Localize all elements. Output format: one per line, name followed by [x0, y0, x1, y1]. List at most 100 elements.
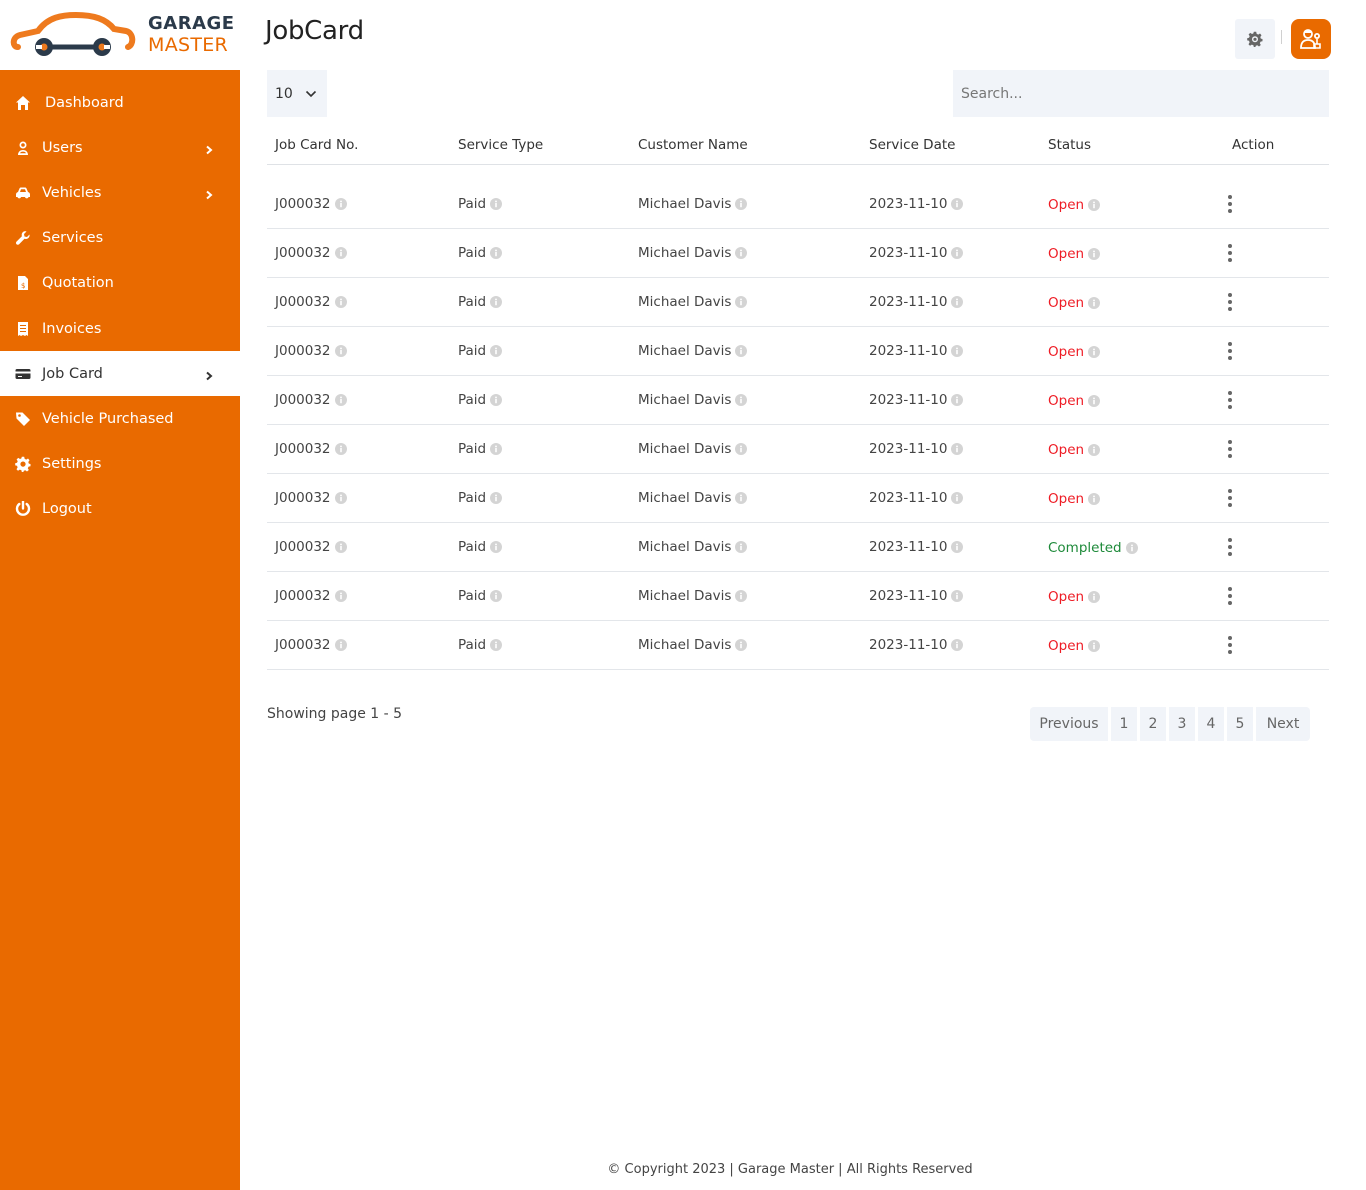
info-icon[interactable]	[951, 345, 964, 357]
sidebar-item-quotation[interactable]: $ Quotation	[0, 261, 240, 306]
info-icon[interactable]	[735, 541, 748, 553]
table-row[interactable]: J000032 Paid Michael Davis 2023-11-10 Open	[267, 572, 1329, 621]
brand-line2: MASTER	[148, 34, 229, 56]
info-icon[interactable]	[334, 639, 347, 651]
info-icon[interactable]	[951, 247, 964, 259]
sidebar-item-invoices[interactable]: Invoices	[0, 306, 240, 351]
info-icon[interactable]	[1088, 199, 1101, 211]
more-vertical-icon[interactable]	[1222, 636, 1238, 654]
table-row[interactable]: J000032 Paid Michael Davis 2023-11-10 Open	[267, 376, 1329, 425]
info-icon[interactable]	[735, 345, 748, 357]
table-row[interactable]: J000032 Paid Michael Davis 2023-11-10 Open	[267, 229, 1329, 278]
info-icon[interactable]	[1125, 542, 1138, 554]
column-header-customer-name[interactable]: Customer Name	[630, 137, 861, 153]
sidebar-item-label: Logout	[42, 501, 92, 518]
sidebar-item-settings[interactable]: Settings	[0, 442, 240, 487]
search-input[interactable]	[953, 70, 1329, 117]
sidebar-item-dashboard[interactable]: Dashboard	[0, 80, 240, 125]
info-icon[interactable]	[490, 198, 503, 210]
pagination-next[interactable]: Next	[1256, 707, 1310, 741]
column-header-service-type[interactable]: Service Type	[450, 137, 630, 153]
info-icon[interactable]	[735, 394, 748, 406]
more-vertical-icon[interactable]	[1222, 440, 1238, 458]
sidebar-item-vehicle-purchased[interactable]: Vehicle Purchased	[0, 396, 240, 441]
pagination-previous[interactable]: Previous	[1030, 707, 1108, 741]
info-icon[interactable]	[951, 198, 964, 210]
column-header-service-date[interactable]: Service Date	[861, 137, 1040, 153]
info-icon[interactable]	[334, 198, 347, 210]
info-icon[interactable]	[951, 541, 964, 553]
sidebar-item-job-card[interactable]: Job Card	[0, 351, 240, 397]
more-vertical-icon[interactable]	[1222, 489, 1238, 507]
table-row[interactable]: J000032 Paid Michael Davis 2023-11-10 Open	[267, 621, 1329, 670]
info-icon[interactable]	[1088, 297, 1101, 309]
more-vertical-icon[interactable]	[1222, 391, 1238, 409]
info-icon[interactable]	[735, 590, 748, 602]
table-row[interactable]: J000032 Paid Michael Davis 2023-11-10 Open	[267, 474, 1329, 523]
profile-button[interactable]	[1291, 19, 1331, 59]
info-icon[interactable]	[735, 198, 748, 210]
brand-logo[interactable]: GARAGE MASTER	[0, 0, 240, 70]
info-icon[interactable]	[490, 541, 503, 553]
table-row[interactable]: J000032 Paid Michael Davis 2023-11-10 Open	[267, 278, 1329, 327]
page-size-select[interactable]: 10	[267, 70, 327, 117]
info-icon[interactable]	[735, 247, 748, 259]
info-icon[interactable]	[951, 492, 964, 504]
info-icon[interactable]	[951, 394, 964, 406]
info-icon[interactable]	[490, 345, 503, 357]
pagination-page-4[interactable]: 4	[1198, 707, 1224, 741]
info-icon[interactable]	[490, 443, 503, 455]
more-vertical-icon[interactable]	[1222, 587, 1238, 605]
info-icon[interactable]	[490, 394, 503, 406]
more-vertical-icon[interactable]	[1222, 342, 1238, 360]
table-row[interactable]: J000032 Paid Michael Davis 2023-11-10 Open	[267, 180, 1329, 229]
sidebar-item-vehicles[interactable]: Vehicles	[0, 170, 240, 215]
sidebar-item-label: Services	[42, 230, 104, 247]
info-icon[interactable]	[1088, 640, 1101, 652]
info-icon[interactable]	[334, 492, 347, 504]
more-vertical-icon[interactable]	[1222, 538, 1238, 556]
table-row[interactable]: J000032 Paid Michael Davis 2023-11-10 Open	[267, 327, 1329, 376]
pagination-page-3[interactable]: 3	[1169, 707, 1195, 741]
pagination-page-5[interactable]: 5	[1227, 707, 1253, 741]
info-icon[interactable]	[490, 247, 503, 259]
more-vertical-icon[interactable]	[1222, 244, 1238, 262]
info-icon[interactable]	[1088, 444, 1101, 456]
info-icon[interactable]	[490, 590, 503, 602]
info-icon[interactable]	[1088, 493, 1101, 505]
info-icon[interactable]	[1088, 248, 1101, 260]
sidebar-item-logout[interactable]: Logout	[0, 487, 240, 532]
info-icon[interactable]	[334, 590, 347, 602]
info-icon[interactable]	[334, 296, 347, 308]
info-icon[interactable]	[735, 296, 748, 308]
info-icon[interactable]	[735, 443, 748, 455]
info-icon[interactable]	[951, 443, 964, 455]
settings-button[interactable]	[1235, 19, 1275, 59]
column-header-job-card-no[interactable]: Job Card No.	[267, 137, 450, 153]
pagination-page-1[interactable]: 1	[1111, 707, 1137, 741]
info-icon[interactable]	[334, 345, 347, 357]
info-icon[interactable]	[1088, 346, 1101, 358]
info-icon[interactable]	[490, 492, 503, 504]
info-icon[interactable]	[490, 296, 503, 308]
column-header-status[interactable]: Status	[1040, 137, 1232, 153]
table-row[interactable]: J000032 Paid Michael Davis 2023-11-10 Open	[267, 425, 1329, 474]
info-icon[interactable]	[951, 639, 964, 651]
info-icon[interactable]	[334, 541, 347, 553]
info-icon[interactable]	[1088, 591, 1101, 603]
info-icon[interactable]	[735, 639, 748, 651]
info-icon[interactable]	[951, 296, 964, 308]
more-vertical-icon[interactable]	[1222, 195, 1238, 213]
more-vertical-icon[interactable]	[1222, 293, 1238, 311]
info-icon[interactable]	[490, 639, 503, 651]
info-icon[interactable]	[334, 247, 347, 259]
info-icon[interactable]	[735, 492, 748, 504]
info-icon[interactable]	[334, 443, 347, 455]
info-icon[interactable]	[334, 394, 347, 406]
pagination-page-2[interactable]: 2	[1140, 707, 1166, 741]
table-row[interactable]: J000032 Paid Michael Davis 2023-11-10 Comple…	[267, 523, 1329, 572]
sidebar-item-services[interactable]: Services	[0, 216, 240, 261]
info-icon[interactable]	[1088, 395, 1101, 407]
sidebar-item-users[interactable]: Users	[0, 125, 240, 170]
info-icon[interactable]	[951, 590, 964, 602]
